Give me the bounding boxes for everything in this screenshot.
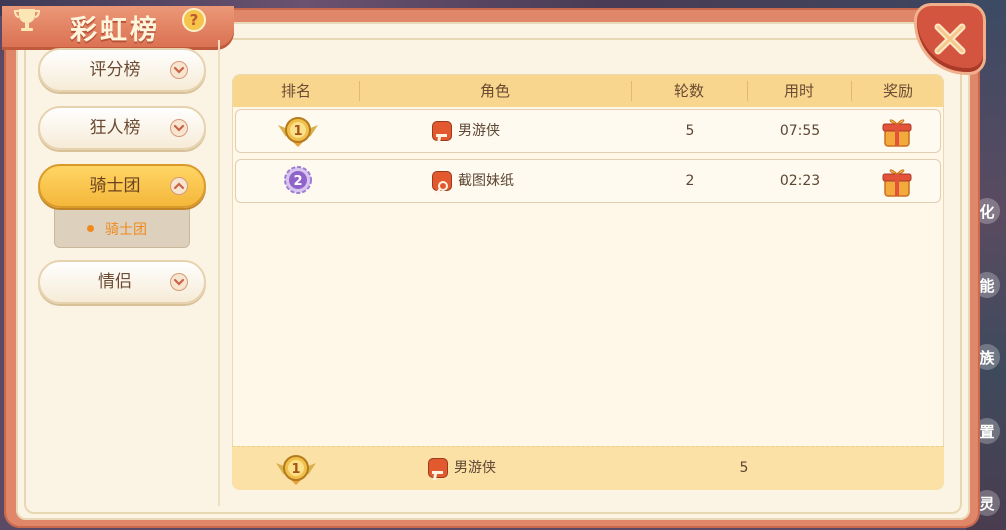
my-rank-footer: 1 男游侠 5 bbox=[232, 446, 944, 490]
sidebar-divider bbox=[218, 40, 220, 506]
character-name: 男游侠 bbox=[458, 123, 500, 139]
help-icon[interactable]: ? bbox=[182, 8, 206, 32]
sidebar-item-label: 骑士团 bbox=[89, 176, 141, 196]
rank-1-gold-medal-icon: 1 bbox=[276, 455, 316, 485]
chevron-down-icon bbox=[170, 61, 188, 79]
chevron-down-icon bbox=[170, 119, 188, 137]
sidebar-item-label: 评分榜 bbox=[89, 60, 141, 80]
sidebar-item-label: 狂人榜 bbox=[89, 118, 141, 138]
ranking-table: 排名 角色 轮数 用时 奖励 1 男游侠 5 07:55 2 截图妹纸 2 02… bbox=[232, 74, 944, 490]
rank-2-purple-medal-icon: 2 bbox=[284, 166, 312, 194]
trophy-icon bbox=[10, 6, 44, 36]
submenu-item-knights[interactable]: 骑士团 bbox=[105, 219, 147, 239]
character-name: 男游侠 bbox=[454, 460, 496, 476]
gun-icon bbox=[428, 458, 448, 480]
character-cell: 男游侠 bbox=[428, 447, 628, 489]
column-header-character: 角色 bbox=[479, 82, 510, 100]
rank-1-gold-medal-icon: 1 bbox=[278, 117, 318, 147]
selected-dot-icon bbox=[87, 225, 94, 232]
submenu-panel: 骑士团 bbox=[54, 208, 190, 248]
page-title: 彩虹榜 bbox=[70, 15, 160, 46]
table-row[interactable]: 2 截图妹纸 2 02:23 bbox=[235, 159, 941, 203]
column-header-time: 用时 bbox=[783, 82, 814, 100]
svg-text:2: 2 bbox=[293, 174, 302, 189]
magnifier-icon bbox=[432, 171, 452, 196]
svg-text:1: 1 bbox=[293, 124, 302, 139]
title-tab: 彩虹榜 ? bbox=[2, 6, 234, 50]
chevron-up-icon bbox=[170, 177, 188, 195]
sidebar-item-label: 情侣 bbox=[98, 272, 132, 292]
close-icon bbox=[934, 23, 966, 55]
table-row[interactable]: 1 男游侠 5 07:55 bbox=[235, 109, 941, 153]
rounds-cell: 5 bbox=[739, 460, 749, 476]
svg-text:1: 1 bbox=[291, 462, 300, 477]
chevron-down-icon bbox=[170, 273, 188, 291]
sidebar-item-couples[interactable]: 情侣 bbox=[38, 260, 206, 304]
sidebar-item-knights[interactable]: 骑士团 bbox=[38, 164, 206, 208]
gift-box-icon[interactable] bbox=[882, 164, 912, 198]
column-header-rank: 排名 bbox=[280, 82, 311, 100]
column-header-reward: 奖励 bbox=[882, 82, 913, 100]
time-cell: 07:55 bbox=[779, 123, 821, 139]
column-header-rounds: 轮数 bbox=[673, 82, 704, 100]
gift-box-icon[interactable] bbox=[882, 114, 912, 148]
rounds-cell: 5 bbox=[685, 123, 695, 139]
time-cell: 02:23 bbox=[779, 173, 821, 189]
table-header: 排名 角色 轮数 用时 奖励 bbox=[233, 75, 943, 107]
character-cell: 截图妹纸 bbox=[432, 160, 632, 202]
rounds-cell: 2 bbox=[685, 173, 695, 189]
character-cell: 男游侠 bbox=[432, 110, 632, 152]
character-name: 截图妹纸 bbox=[458, 173, 514, 189]
sidebar-item-madman-rank[interactable]: 狂人榜 bbox=[38, 106, 206, 150]
gun-icon bbox=[432, 121, 452, 143]
sidebar-item-score-rank[interactable]: 评分榜 bbox=[38, 48, 206, 92]
